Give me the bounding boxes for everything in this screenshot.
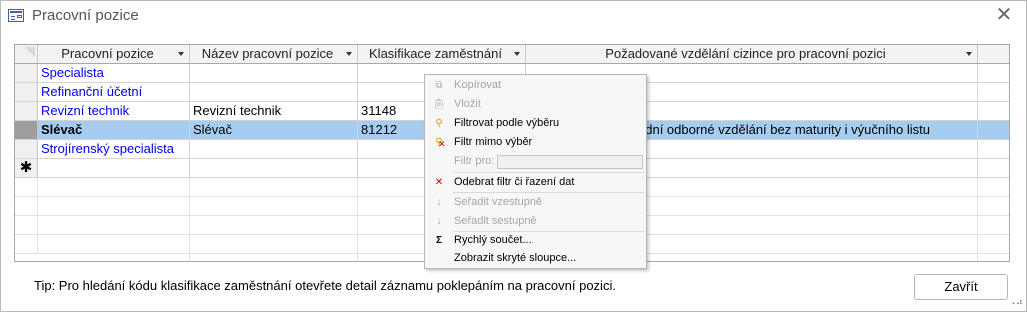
menu-item-sort-descending[interactable]: ↓ Seřadit sestupně bbox=[425, 212, 646, 231]
paste-icon: 📋︎ bbox=[432, 99, 446, 110]
menu-item-sort-ascending[interactable]: ↓ Seřadit vzestupně bbox=[425, 193, 646, 212]
menu-item-label: Filtr pro: bbox=[454, 155, 495, 167]
context-menu: ⧉ Kopírovat 📋︎ Vložit ⚲ Filtrovat podle … bbox=[424, 74, 647, 269]
column-header-nazev[interactable]: Název pracovní pozice bbox=[190, 45, 358, 63]
menu-item-label: Rychlý součet... bbox=[454, 234, 532, 246]
menu-item-quick-sum[interactable]: Σ Rychlý součet... bbox=[425, 231, 646, 250]
menu-item-filter-for[interactable]: Filtr pro: bbox=[425, 152, 646, 171]
remove-filter-icon: ✕ bbox=[434, 177, 444, 188]
column-header-klasifikace[interactable]: Klasifikace zaměstnání bbox=[358, 45, 526, 63]
menu-item-label: Filtr mimo výběr bbox=[454, 136, 533, 148]
cell-pozice[interactable]: Refinanční účetní bbox=[38, 83, 190, 101]
cell-nazev[interactable] bbox=[190, 83, 358, 101]
menu-item-remove-filter[interactable]: ✕ Odebrat filtr či řazení dat bbox=[425, 173, 646, 192]
chevron-down-icon[interactable] bbox=[178, 52, 184, 56]
cell-pozice[interactable]: Specialista bbox=[38, 64, 190, 82]
quick-sum-icon: Σ bbox=[435, 235, 442, 246]
column-header-vzdelani[interactable]: Požadované vzdělání cizince pro pracovní… bbox=[526, 45, 978, 63]
column-header-label: Klasifikace zaměstnání bbox=[369, 46, 502, 61]
menu-item-label: Seřadit vzestupně bbox=[454, 196, 543, 208]
chevron-down-icon[interactable] bbox=[514, 52, 520, 56]
form-icon bbox=[8, 9, 24, 22]
record-selector[interactable] bbox=[15, 102, 38, 120]
cell-pozice[interactable] bbox=[38, 159, 190, 177]
column-header-label: Název pracovní pozice bbox=[201, 46, 334, 61]
cell-nazev[interactable] bbox=[190, 64, 358, 82]
record-selector[interactable] bbox=[15, 83, 38, 101]
cell-nazev[interactable] bbox=[190, 159, 358, 177]
menu-item-copy[interactable]: ⧉ Kopírovat bbox=[425, 76, 646, 95]
record-selector[interactable] bbox=[15, 140, 38, 158]
tip-text: Tip: Pro hledání kódu klasifikace zaměst… bbox=[34, 278, 616, 293]
menu-item-filter-by-selection[interactable]: ⚲ Filtrovat podle výběru bbox=[425, 114, 646, 133]
menu-item-paste[interactable]: 📋︎ Vložit bbox=[425, 95, 646, 114]
filter-by-selection-icon: ⚲ bbox=[435, 118, 443, 129]
record-selector[interactable] bbox=[15, 64, 38, 82]
cell-pozice[interactable]: Revizní technik bbox=[38, 102, 190, 120]
cell-nazev[interactable]: Revizní technik bbox=[190, 102, 358, 120]
menu-item-label: Zobrazit skryté sloupce... bbox=[454, 252, 577, 264]
column-header-pozice[interactable]: Pracovní pozice bbox=[38, 45, 190, 63]
sort-ascending-icon: ↓ bbox=[436, 197, 442, 208]
filter-for-input[interactable] bbox=[497, 155, 643, 169]
menu-item-label: Odebrat filtr či řazení dat bbox=[454, 176, 575, 188]
cell-pozice[interactable]: Strojírenský specialista bbox=[38, 140, 190, 158]
sort-descending-icon: ↓ bbox=[436, 216, 442, 227]
cell-pozice[interactable]: Slévač bbox=[38, 121, 190, 139]
grid-header-row: Pracovní pozice Název pracovní pozice Kl… bbox=[15, 45, 1009, 64]
menu-item-filter-excluding[interactable]: ⚲ ✕ Filtr mimo výběr bbox=[425, 133, 646, 152]
filter-excluding-selection-icon: ⚲ ✕ bbox=[435, 137, 446, 149]
select-all-corner[interactable] bbox=[15, 45, 38, 63]
menu-item-label: Kopírovat bbox=[454, 79, 502, 91]
cell-nazev[interactable] bbox=[190, 140, 358, 158]
menu-item-show-hidden-columns[interactable]: Zobrazit skryté sloupce... bbox=[425, 249, 646, 268]
copy-icon: ⧉ bbox=[435, 80, 443, 91]
menu-item-label: Filtrovat podle výběru bbox=[454, 117, 560, 129]
title-bar: Pracovní pozice ✕ bbox=[1, 1, 1026, 33]
column-header-label: Pracovní pozice bbox=[61, 46, 154, 61]
record-selector[interactable] bbox=[15, 121, 38, 139]
cell-nazev[interactable]: Slévač bbox=[190, 121, 358, 139]
resize-grip-icon[interactable]: ⠠⠴ bbox=[1008, 297, 1023, 308]
chevron-down-icon[interactable] bbox=[346, 52, 352, 56]
dialog-window: Pracovní pozice ✕ Pracovní pozice Název … bbox=[0, 0, 1027, 312]
close-button[interactable]: Zavřít bbox=[914, 274, 1008, 300]
menu-item-label: Seřadit sestupně bbox=[454, 215, 537, 227]
menu-item-label: Vložit bbox=[454, 98, 481, 110]
column-header-label: Požadované vzdělání cizince pro pracovní… bbox=[605, 46, 886, 61]
chevron-down-icon[interactable] bbox=[966, 52, 972, 56]
window-title: Pracovní pozice bbox=[32, 7, 139, 24]
new-record-icon: ✱ bbox=[15, 159, 38, 177]
close-icon[interactable]: ✕ bbox=[994, 5, 1014, 25]
